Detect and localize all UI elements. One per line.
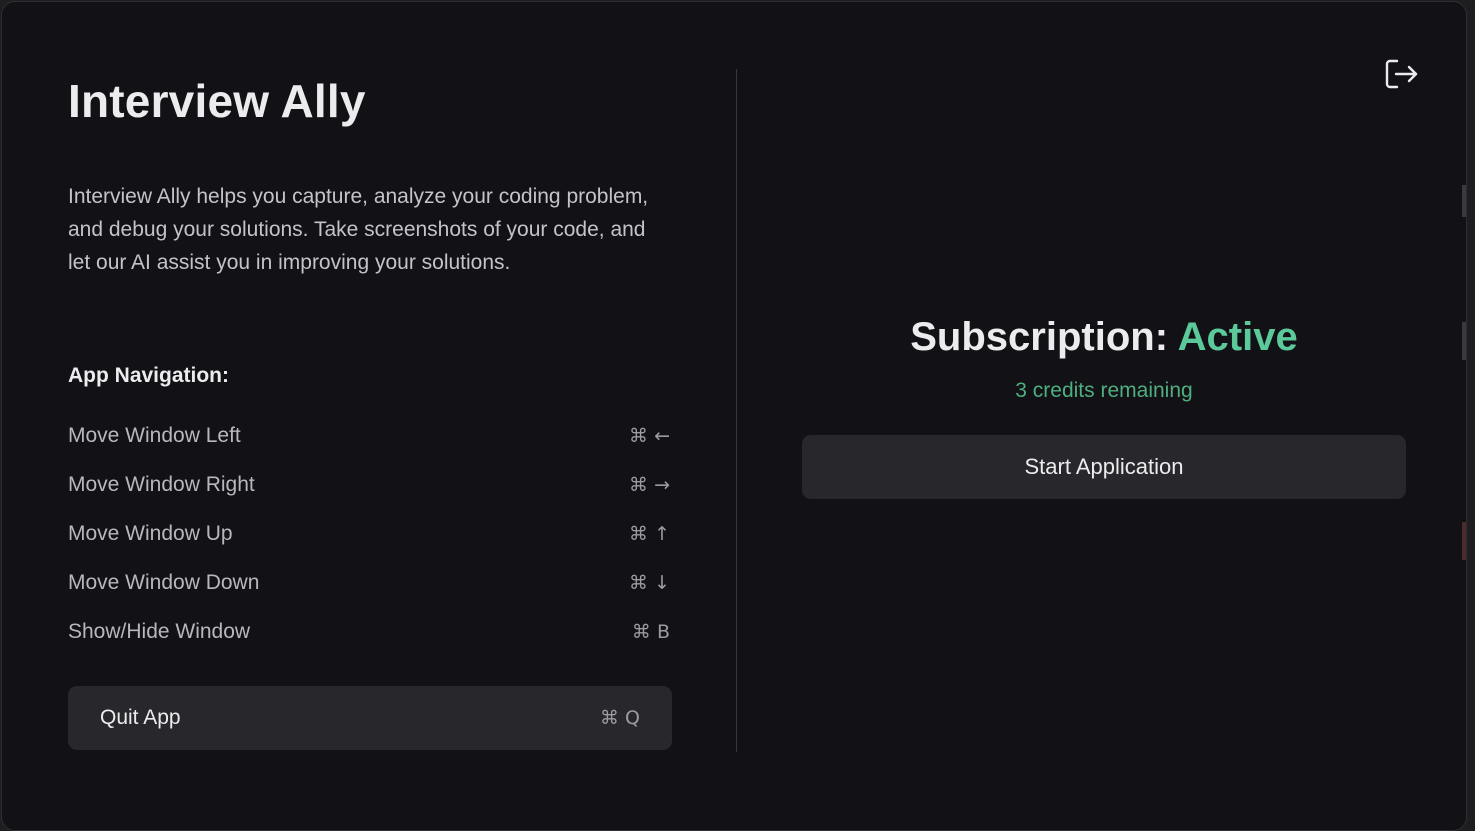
subscription-label: Subscription: <box>910 315 1169 359</box>
shortcut-label: Move Window Up <box>68 521 233 545</box>
shortcut-keys: ⌘ → <box>629 473 670 496</box>
background-window-edge <box>1462 185 1466 217</box>
shortcut-row-move-down: Move Window Down ⌘ ↓ <box>68 558 672 607</box>
shortcut-keys: ⌘ ← <box>629 424 670 447</box>
shortcut-row-move-right: Move Window Right ⌘ → <box>68 460 672 509</box>
logout-button[interactable] <box>1383 57 1419 91</box>
app-title: Interview Ally <box>68 75 366 127</box>
background-window-edge <box>1462 322 1466 360</box>
info-panel: Interview Ally Interview Ally helps you … <box>68 72 672 750</box>
logout-icon <box>1385 59 1418 89</box>
shortcut-keys: ⌘ B <box>631 620 670 643</box>
start-application-button[interactable]: Start Application <box>802 435 1406 499</box>
shortcut-row-show-hide: Show/Hide Window ⌘ B <box>68 607 672 656</box>
shortcut-row-move-up: Move Window Up ⌘ ↑ <box>68 509 672 558</box>
navigation-shortcut-list: Move Window Left ⌘ ← Move Window Right ⌘… <box>68 411 672 656</box>
start-application-label: Start Application <box>1024 454 1184 479</box>
shortcut-label: Move Window Down <box>68 570 260 594</box>
app-window: Interview Ally Interview Ally helps you … <box>1 1 1467 831</box>
panel-divider <box>736 69 737 752</box>
subscription-panel: Subscription: Active 3 credits remaining… <box>802 302 1406 499</box>
navigation-heading: App Navigation: <box>68 364 229 387</box>
quit-app-button[interactable]: Quit App ⌘ Q <box>68 686 672 750</box>
shortcut-keys: ⌘ ↓ <box>629 571 670 594</box>
quit-app-label: Quit App <box>100 706 181 729</box>
credits-remaining: 3 credits remaining <box>1015 379 1193 402</box>
shortcut-row-move-left: Move Window Left ⌘ ← <box>68 411 672 460</box>
shortcut-keys: ⌘ ↑ <box>629 522 670 545</box>
subscription-status-value: Active <box>1177 315 1298 359</box>
shortcut-label: Move Window Left <box>68 423 241 447</box>
shortcut-label: Move Window Right <box>68 472 255 496</box>
app-description: Interview Ally helps you capture, analyz… <box>68 185 649 274</box>
background-window-edge <box>1462 522 1466 560</box>
quit-app-shortcut: ⌘ Q <box>600 707 640 729</box>
subscription-status: Subscription: Active <box>802 302 1406 372</box>
shortcut-label: Show/Hide Window <box>68 619 251 643</box>
